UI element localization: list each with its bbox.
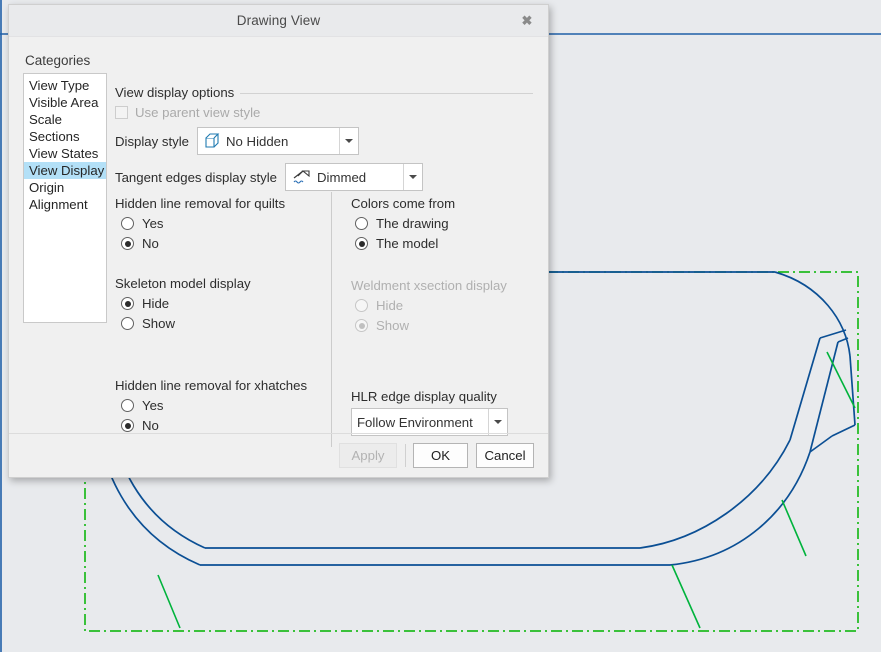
skeleton-model-title: Skeleton model display <box>115 276 251 291</box>
hlr-xhatches-yes-label: Yes <box>142 398 164 413</box>
hlr-quilts-option-yes[interactable]: Yes <box>121 216 164 231</box>
skeleton-show-label: Show <box>142 316 175 331</box>
view-display-options-group-label: View display options <box>115 85 240 100</box>
category-item-origin[interactable]: Origin <box>24 179 106 196</box>
radio-icon[interactable] <box>121 217 134 230</box>
skeleton-option-hide[interactable]: Hide <box>121 296 169 311</box>
hlr-edge-quality-combobox[interactable]: Follow Environment <box>351 408 508 436</box>
category-item-scale[interactable]: Scale <box>24 111 106 128</box>
colors-come-from-title: Colors come from <box>351 196 455 211</box>
hlr-xhatches-option-yes[interactable]: Yes <box>121 398 164 413</box>
hlr-xhatches-title: Hidden line removal for xhatches <box>115 378 307 393</box>
radio-icon <box>355 319 368 332</box>
hlr-edge-quality-value: Follow Environment <box>357 415 473 430</box>
chevron-down-icon[interactable] <box>403 164 422 190</box>
display-style-value: No Hidden <box>226 134 288 149</box>
radio-icon[interactable] <box>355 237 368 250</box>
category-item-sections[interactable]: Sections <box>24 128 106 145</box>
radio-icon[interactable] <box>355 217 368 230</box>
cube-wireframe-icon <box>203 132 222 151</box>
category-item-visible-area[interactable]: Visible Area <box>24 94 106 111</box>
colors-option-the-drawing[interactable]: The drawing <box>355 216 449 231</box>
apply-button[interactable]: Apply <box>339 443 397 468</box>
dialog-title: Drawing View <box>9 13 548 28</box>
colors-option-the-model[interactable]: The model <box>355 236 438 251</box>
tangent-edges-value: Dimmed <box>317 170 366 185</box>
tangent-edge-icon <box>291 167 313 187</box>
radio-icon[interactable] <box>121 317 134 330</box>
skeleton-option-show[interactable]: Show <box>121 316 175 331</box>
tangent-edges-combobox[interactable]: Dimmed <box>285 163 423 191</box>
drawing-view-dialog: Drawing View ✖ Categories View Type Visi… <box>8 4 549 478</box>
chevron-down-icon[interactable] <box>339 128 358 154</box>
weldment-option-show: Show <box>355 318 409 333</box>
radio-icon[interactable] <box>121 297 134 310</box>
hlr-quilts-title: Hidden line removal for quilts <box>115 196 285 211</box>
column-separator <box>331 192 332 447</box>
checkbox-use-parent-view-style <box>115 106 128 119</box>
weldment-hide-label: Hide <box>376 298 403 313</box>
dialog-body: Categories View Type Visible Area Scale … <box>9 37 548 433</box>
radio-icon[interactable] <box>121 399 134 412</box>
categories-list[interactable]: View Type Visible Area Scale Sections Vi… <box>23 73 107 323</box>
hlr-edge-quality-title: HLR edge display quality <box>351 389 497 404</box>
hlr-quilts-option-no[interactable]: No <box>121 236 159 251</box>
use-parent-view-style-label: Use parent view style <box>135 105 260 120</box>
chevron-down-icon[interactable] <box>488 409 507 435</box>
skeleton-hide-label: Hide <box>142 296 169 311</box>
weldment-xsection-title: Weldment xsection display <box>351 278 507 293</box>
hlr-xhatches-option-no[interactable]: No <box>121 418 159 433</box>
display-style-label: Display style <box>115 134 189 149</box>
hlr-xhatches-no-label: No <box>142 418 159 433</box>
dialog-titlebar[interactable]: Drawing View ✖ <box>9 5 548 37</box>
radio-icon[interactable] <box>121 419 134 432</box>
radio-icon[interactable] <box>121 237 134 250</box>
use-parent-view-style-row: Use parent view style <box>115 105 260 120</box>
display-style-row: Display style No Hidden <box>115 127 359 155</box>
display-style-combobox[interactable]: No Hidden <box>197 127 359 155</box>
colors-the-drawing-label: The drawing <box>376 216 449 231</box>
categories-label: Categories <box>25 53 90 68</box>
colors-the-model-label: The model <box>376 236 438 251</box>
category-item-view-display[interactable]: View Display <box>24 162 106 179</box>
tangent-edges-label: Tangent edges display style <box>115 170 277 185</box>
cancel-button[interactable]: Cancel <box>476 443 534 468</box>
hlr-quilts-no-label: No <box>142 236 159 251</box>
weldment-show-label: Show <box>376 318 409 333</box>
tangent-edges-row: Tangent edges display style Dimmed <box>115 163 423 191</box>
footer-button-separator <box>405 444 406 467</box>
category-item-view-states[interactable]: View States <box>24 145 106 162</box>
hlr-quilts-yes-label: Yes <box>142 216 164 231</box>
ok-button[interactable]: OK <box>413 443 468 468</box>
dialog-footer: Apply OK Cancel <box>9 433 548 477</box>
close-icon[interactable]: ✖ <box>512 9 542 33</box>
category-item-alignment[interactable]: Alignment <box>24 196 106 213</box>
category-item-view-type[interactable]: View Type <box>24 77 106 94</box>
weldment-option-hide: Hide <box>355 298 403 313</box>
radio-icon <box>355 299 368 312</box>
